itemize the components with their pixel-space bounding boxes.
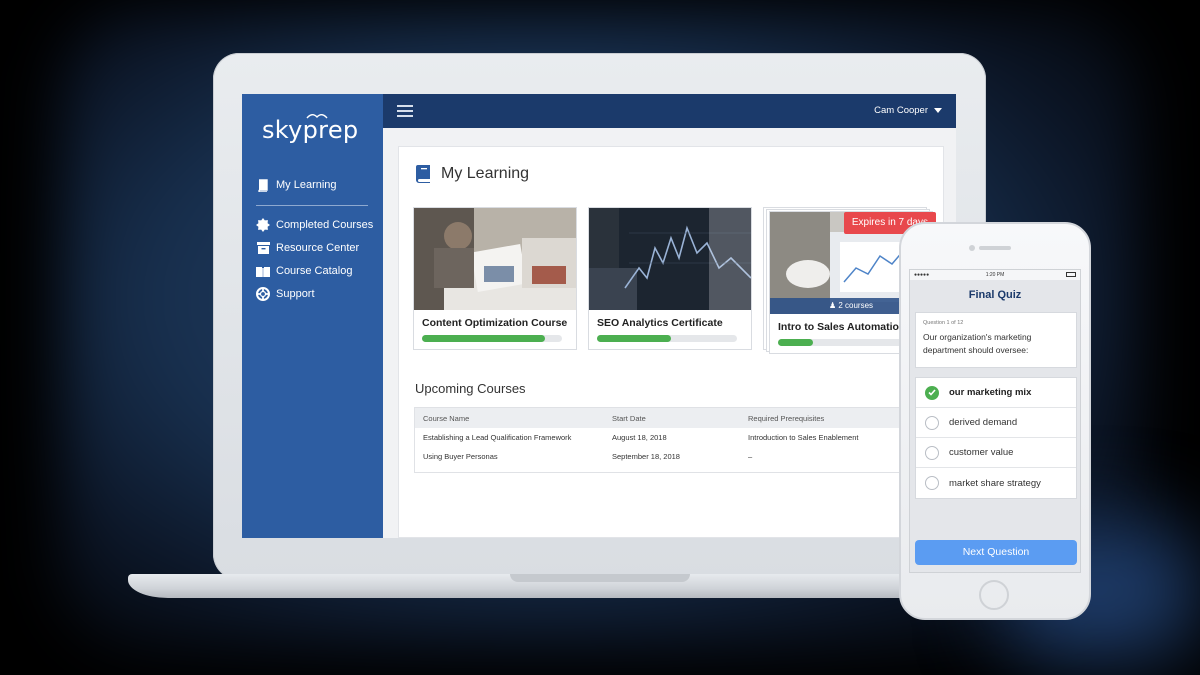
answer-option[interactable]: our marketing mix xyxy=(916,378,1076,408)
sidebar-item-my-learning[interactable]: My Learning xyxy=(256,176,337,194)
brand-logo[interactable]: skyprep xyxy=(262,116,358,144)
answer-label: our marketing mix xyxy=(949,387,1032,398)
chevron-down-icon xyxy=(934,108,942,113)
progress-fill xyxy=(422,335,546,342)
sidebar-item-course-catalog[interactable]: Course Catalog xyxy=(256,262,352,280)
sidebar-item-support[interactable]: Support xyxy=(256,285,315,303)
sidebar-item-label: Support xyxy=(276,288,315,300)
main-panel: My Learning Content Optimization Course xyxy=(398,146,944,538)
course-image xyxy=(414,208,576,310)
course-image xyxy=(589,208,751,310)
upcoming-courses-table: Course Name Start Date Required Prerequi… xyxy=(414,407,934,473)
course-title: Intro to Sales Automation xyxy=(778,321,906,333)
progress-fill xyxy=(597,335,672,342)
user-name: Cam Cooper xyxy=(874,105,928,116)
radio-icon[interactable] xyxy=(925,476,939,490)
phone-screen: ●●●●● 1:20 PM Final Quiz Question 1 of 1… xyxy=(909,269,1081,573)
progress-bar xyxy=(778,339,918,346)
sidebar-item-label: Completed Courses xyxy=(276,219,374,231)
course-title: SEO Analytics Certificate xyxy=(597,317,723,329)
catalog-icon xyxy=(256,264,270,278)
sidebar-divider xyxy=(256,205,368,206)
book-icon xyxy=(256,178,270,192)
answer-options: our marketing mix derived demand custome… xyxy=(915,377,1077,499)
quiz-title: Final Quiz xyxy=(910,280,1080,310)
hamburger-menu-icon[interactable] xyxy=(397,105,413,117)
laptop-notch xyxy=(510,574,690,582)
sidebar-item-completed-courses[interactable]: Completed Courses xyxy=(256,216,373,234)
phone-camera xyxy=(969,245,975,251)
top-bar: Cam Cooper xyxy=(383,94,956,128)
question-box: Question 1 of 12 Our organization's mark… xyxy=(915,312,1077,368)
answer-label: market share strategy xyxy=(949,477,1041,489)
progress-fill xyxy=(778,339,813,346)
question-text: Our organization's marketing department … xyxy=(923,332,1032,355)
page-title: My Learning xyxy=(441,165,530,182)
start-date-cell: September 18, 2018 xyxy=(612,452,680,461)
course-title: Content Optimization Course xyxy=(422,317,568,329)
table-header: Course Name Start Date Required Prerequi… xyxy=(415,407,933,428)
answer-label: derived demand xyxy=(949,417,1018,428)
logo-swoosh-icon xyxy=(306,114,328,119)
upcoming-courses-title: Upcoming Courses xyxy=(415,381,526,396)
progress-bar xyxy=(597,335,737,342)
lifebuoy-icon xyxy=(256,287,270,301)
answer-option[interactable]: derived demand xyxy=(916,408,1076,438)
radio-icon[interactable] xyxy=(925,415,939,430)
phone-speaker xyxy=(979,246,1011,250)
question-number: Question 1 of 12 xyxy=(923,320,964,326)
course-name-cell: Establishing a Lead Qualification Framew… xyxy=(423,433,572,442)
home-button[interactable] xyxy=(979,580,1009,610)
badge-icon xyxy=(256,218,270,232)
progress-bar xyxy=(422,335,562,342)
sidebar-item-label: Resource Center xyxy=(276,242,360,254)
laptop-screen: skyprep My Learning Completed Courses Re… xyxy=(242,94,956,538)
answer-option[interactable]: customer value xyxy=(916,438,1076,468)
table-row[interactable]: Establishing a Lead Qualification Framew… xyxy=(415,428,933,447)
column-header[interactable]: Course Name xyxy=(415,414,612,423)
radio-icon[interactable] xyxy=(925,445,939,460)
archive-icon xyxy=(256,241,270,255)
table-row[interactable]: Using Buyer Personas September 18, 2018 … xyxy=(415,447,933,466)
battery-icon xyxy=(1066,272,1076,277)
sidebar-item-resource-center[interactable]: Resource Center xyxy=(256,239,359,257)
column-header[interactable]: Start Date xyxy=(612,414,748,423)
answer-option[interactable]: market share strategy xyxy=(916,468,1076,498)
course-card[interactable]: Content Optimization Course xyxy=(413,207,577,350)
user-menu[interactable]: Cam Cooper xyxy=(874,105,942,116)
course-name-cell: Using Buyer Personas xyxy=(423,452,498,461)
book-icon xyxy=(416,165,430,183)
phone-frame: ●●●●● 1:20 PM Final Quiz Question 1 of 1… xyxy=(899,222,1091,620)
status-time: 1:20 PM xyxy=(985,272,1005,278)
sidebar-item-label: My Learning xyxy=(276,179,337,191)
start-date-cell: August 18, 2018 xyxy=(612,433,667,442)
next-question-button[interactable]: Next Question xyxy=(915,540,1077,565)
answer-label: customer value xyxy=(949,447,1014,458)
sidebar-item-label: Course Catalog xyxy=(276,265,353,277)
sidebar: skyprep My Learning Completed Courses Re… xyxy=(242,94,383,538)
courses-count-label: 2 courses xyxy=(838,301,874,310)
checked-radio-icon[interactable] xyxy=(925,385,939,400)
status-bar: ●●●●● 1:20 PM xyxy=(910,270,1080,280)
people-icon: ♟ xyxy=(828,301,837,310)
course-card[interactable]: SEO Analytics Certificate xyxy=(588,207,752,350)
